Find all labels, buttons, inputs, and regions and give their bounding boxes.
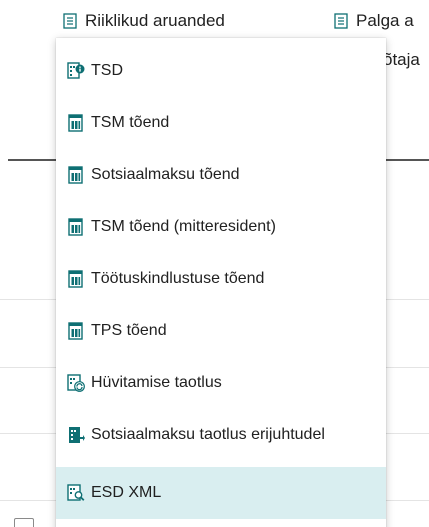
report-icon	[68, 166, 83, 184]
background-divider	[386, 500, 429, 501]
palga-label: Palga a	[356, 11, 414, 30]
page: Riiklikud aruanded Palga a õtaja TSD TSM…	[0, 0, 429, 527]
riiklikud-aruanded-label: Riiklikud aruanded	[85, 11, 225, 30]
background-divider	[386, 159, 429, 161]
background-divider	[8, 159, 56, 161]
report-icon	[68, 218, 83, 236]
reports-dropdown-menu: TSD TSM tõend Sotsiaalmaksu tõend TSM tõ…	[56, 38, 386, 527]
background-divider	[0, 433, 56, 434]
action-bar: Riiklikud aruanded Palga a	[0, 0, 429, 40]
background-divider	[0, 367, 56, 368]
background-divider	[386, 433, 429, 434]
menu-item-sotsiaalmaksu-taotlus-erijuhtudel[interactable]: Sotsiaalmaksu taotlus erijuhtudel	[56, 409, 386, 461]
menu-item-tsm-toend[interactable]: TSM tõend	[56, 97, 386, 149]
menu-item-label: TSM tõend (mitteresident)	[91, 218, 276, 235]
palga-action[interactable]: Palga a	[334, 10, 414, 32]
menu-item-tps-toend[interactable]: TPS tõend	[56, 305, 386, 357]
background-divider	[386, 299, 429, 300]
menu-item-label: Hüvitamise taotlus	[91, 374, 222, 391]
menu-item-sotsiaalmaksu-toend[interactable]: Sotsiaalmaksu tõend	[56, 149, 386, 201]
menu-item-esd-xml[interactable]: ESD XML	[56, 467, 386, 519]
background-divider	[0, 299, 56, 300]
menu-item-huvitamise-taotlus[interactable]: Hüvitamise taotlus	[56, 357, 386, 409]
menu-item-label: TSM tõend	[91, 114, 170, 131]
menu-item-label: TSD	[91, 62, 123, 79]
document-icon	[334, 13, 348, 29]
menu-item-tsd[interactable]: TSD	[56, 45, 386, 97]
riiklikud-aruanded-action[interactable]: Riiklikud aruanded	[63, 10, 225, 32]
report-export-icon	[69, 427, 85, 443]
row-checkbox[interactable]	[14, 518, 34, 527]
report-icon	[68, 270, 83, 288]
document-icon	[63, 13, 77, 29]
report-refresh-icon	[67, 374, 85, 392]
report-icon	[68, 114, 83, 132]
report-icon	[68, 322, 83, 340]
background-partial-text: õtaja	[383, 50, 420, 69]
menu-item-tootuskindlustuse-toend[interactable]: Töötuskindlustuse tõend	[56, 253, 386, 305]
background-divider	[386, 367, 429, 368]
report-info-icon	[67, 62, 85, 79]
menu-item-label: Sotsiaalmaksu taotlus erijuhtudel	[91, 426, 325, 443]
menu-item-label: Töötuskindlustuse tõend	[91, 270, 265, 287]
background-divider	[0, 500, 56, 501]
menu-item-label: Sotsiaalmaksu tõend	[91, 166, 240, 183]
menu-item-tsm-toend-mitteresident[interactable]: TSM tõend (mitteresident)	[56, 201, 386, 253]
menu-item-label: ESD XML	[91, 484, 162, 501]
report-search-icon	[67, 484, 85, 501]
menu-item-label: TPS tõend	[91, 322, 167, 339]
